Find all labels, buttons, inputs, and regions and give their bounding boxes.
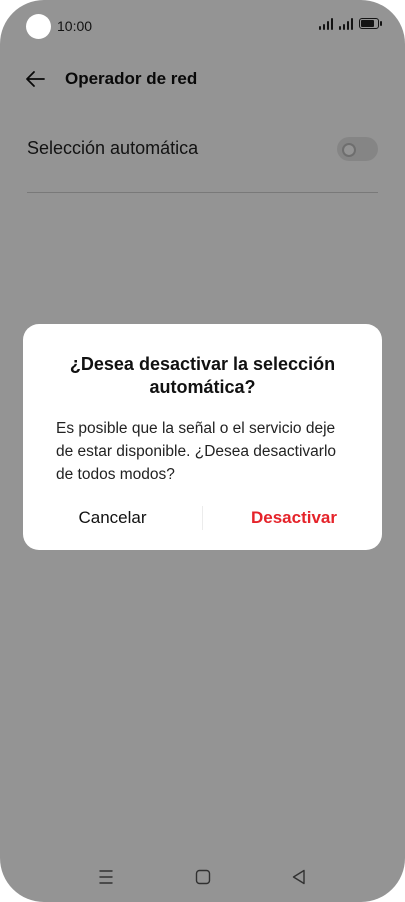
cancel-button[interactable]: Cancelar xyxy=(45,502,180,534)
confirm-dialog: ¿Desea desactivar la selección automátic… xyxy=(23,324,382,550)
button-divider xyxy=(202,506,203,530)
dialog-actions: Cancelar Desactivar xyxy=(23,502,382,534)
phone-screen: 10:00 Operador de red Selección automáti… xyxy=(0,0,405,902)
dialog-title: ¿Desea desactivar la selección automátic… xyxy=(69,354,336,397)
front-camera xyxy=(26,14,51,39)
dialog-message: Es posible que la señal o el servicio de… xyxy=(56,420,337,483)
deactivate-button[interactable]: Desactivar xyxy=(224,502,364,534)
